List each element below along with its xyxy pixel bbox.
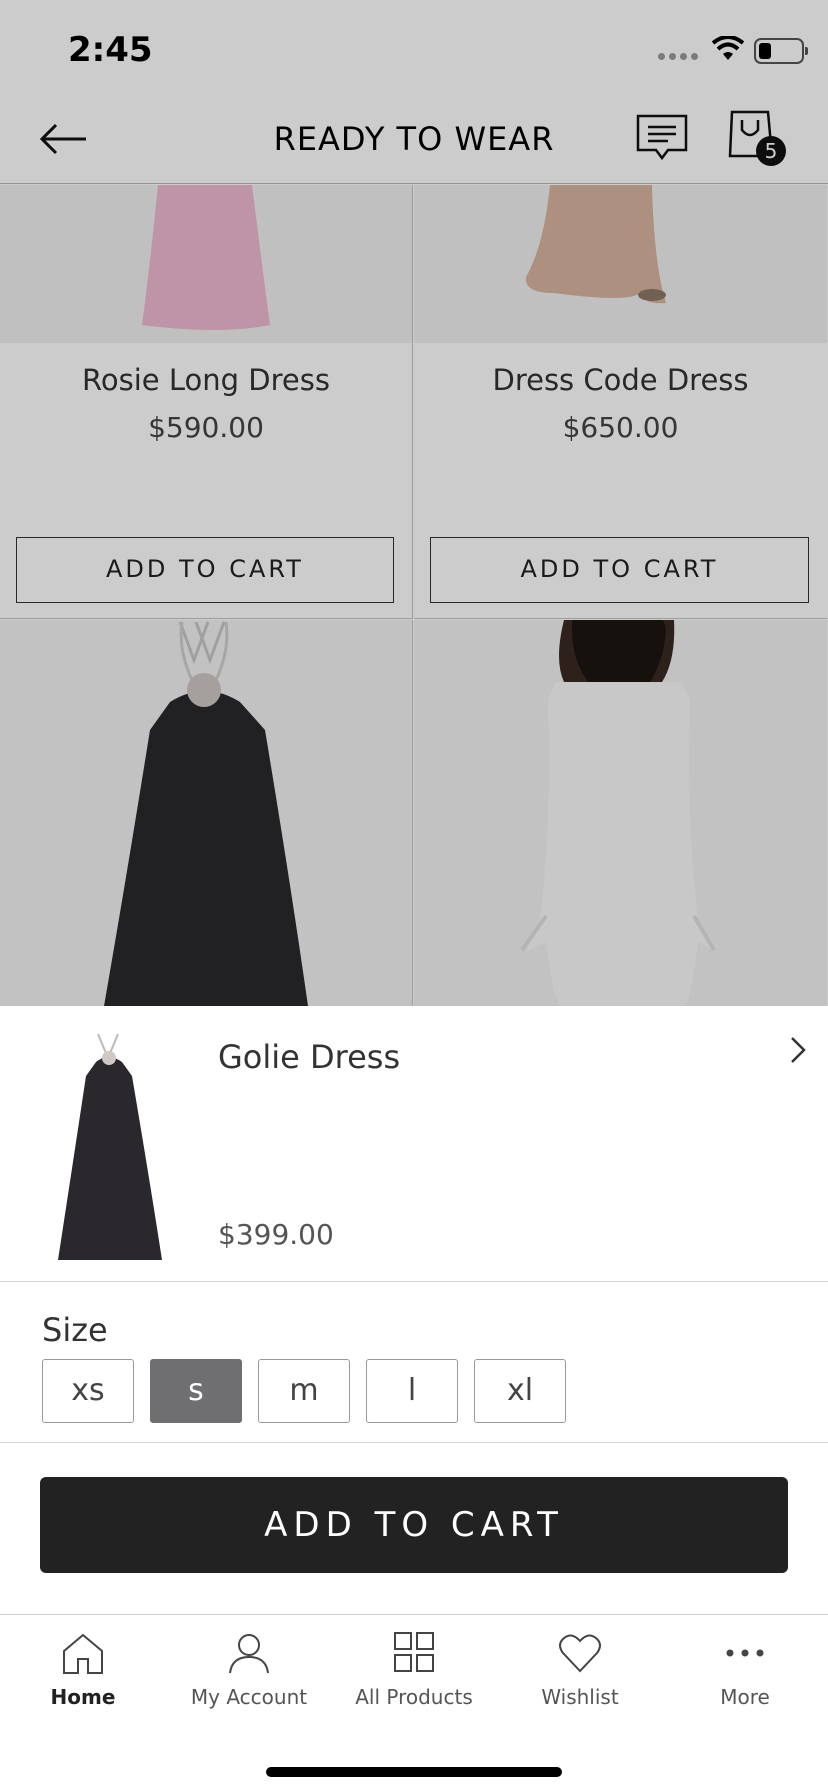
chevron-right-icon[interactable] bbox=[786, 1032, 810, 1068]
status-bar: 2:45 bbox=[0, 0, 828, 96]
page-title: READY TO WEAR bbox=[273, 120, 555, 158]
top-nav-bar: READY TO WEAR 5 bbox=[0, 96, 828, 184]
cart-button[interactable]: 5 bbox=[728, 110, 788, 170]
chat-icon[interactable] bbox=[636, 114, 688, 162]
battery-icon bbox=[754, 38, 808, 64]
tab-label: More bbox=[720, 1685, 770, 1709]
selected-product-name[interactable]: Golie Dress bbox=[218, 1038, 400, 1076]
tab-label: Home bbox=[50, 1685, 116, 1709]
size-option-s[interactable]: s bbox=[150, 1359, 242, 1423]
selected-product[interactable]: Golie Dress $399.00 bbox=[0, 1006, 828, 1282]
home-icon bbox=[63, 1633, 103, 1674]
product-card[interactable] bbox=[414, 612, 827, 1006]
more-icon bbox=[726, 1649, 764, 1657]
product-price: $590.00 bbox=[148, 411, 264, 444]
cart-count-badge: 5 bbox=[756, 136, 786, 166]
product-image[interactable] bbox=[0, 185, 412, 343]
product-image[interactable] bbox=[0, 620, 413, 1006]
size-options: xs s m l xl bbox=[42, 1359, 566, 1423]
tab-label: My Account bbox=[190, 1685, 308, 1709]
selected-product-price: $399.00 bbox=[218, 1218, 334, 1251]
home-indicator[interactable] bbox=[266, 1767, 562, 1777]
product-card[interactable] bbox=[0, 620, 413, 1006]
tab-more[interactable]: More bbox=[662, 1631, 828, 1741]
product-listing-page: 2:45 READY TO WEAR 5 Rosie Long Dress $5… bbox=[0, 0, 828, 1006]
product-card[interactable]: Rosie Long Dress $590.00 ADD TO CART bbox=[0, 185, 413, 619]
tab-wishlist[interactable]: Wishlist bbox=[497, 1631, 663, 1741]
bottom-tab-bar: Home My Account All Products Wishlist Mo… bbox=[0, 1614, 828, 1792]
tab-label: All Products bbox=[355, 1685, 473, 1709]
grid-icon bbox=[394, 1632, 434, 1672]
status-indicators bbox=[628, 36, 828, 68]
signal-icon bbox=[658, 53, 698, 60]
size-selector: Size xs s m l xl bbox=[0, 1283, 828, 1443]
tab-all-products[interactable]: All Products bbox=[331, 1631, 497, 1741]
size-option-xs[interactable]: xs bbox=[42, 1359, 134, 1423]
product-name[interactable]: Dress Code Dress bbox=[414, 363, 827, 397]
wifi-icon bbox=[712, 36, 744, 60]
product-price: $650.00 bbox=[562, 411, 679, 444]
add-to-cart-button[interactable]: ADD TO CART bbox=[430, 537, 809, 603]
sheet-add-to-cart-button[interactable]: ADD TO CART bbox=[40, 1477, 788, 1573]
status-time: 2:45 bbox=[68, 30, 153, 70]
heart-icon bbox=[559, 1634, 601, 1673]
tab-home[interactable]: Home bbox=[0, 1631, 166, 1741]
product-card[interactable]: Dress Code Dress $650.00 ADD TO CART bbox=[414, 185, 827, 619]
size-option-xl[interactable]: xl bbox=[474, 1359, 566, 1423]
add-to-cart-button[interactable]: ADD TO CART bbox=[16, 537, 394, 603]
add-to-cart-sheet: Golie Dress $399.00 Size xs s m l xl ADD… bbox=[0, 1006, 828, 1614]
tab-my-account[interactable]: My Account bbox=[166, 1631, 332, 1741]
product-image[interactable] bbox=[414, 185, 827, 343]
product-image[interactable] bbox=[414, 612, 827, 1006]
user-icon bbox=[229, 1634, 269, 1674]
tab-label: Wishlist bbox=[541, 1685, 619, 1709]
size-option-m[interactable]: m bbox=[258, 1359, 350, 1423]
product-name[interactable]: Rosie Long Dress bbox=[0, 363, 412, 397]
product-grid: Rosie Long Dress $590.00 ADD TO CART Dre… bbox=[0, 185, 828, 1006]
size-option-l[interactable]: l bbox=[366, 1359, 458, 1423]
selected-product-image bbox=[58, 1033, 162, 1260]
size-label: Size bbox=[42, 1311, 108, 1349]
